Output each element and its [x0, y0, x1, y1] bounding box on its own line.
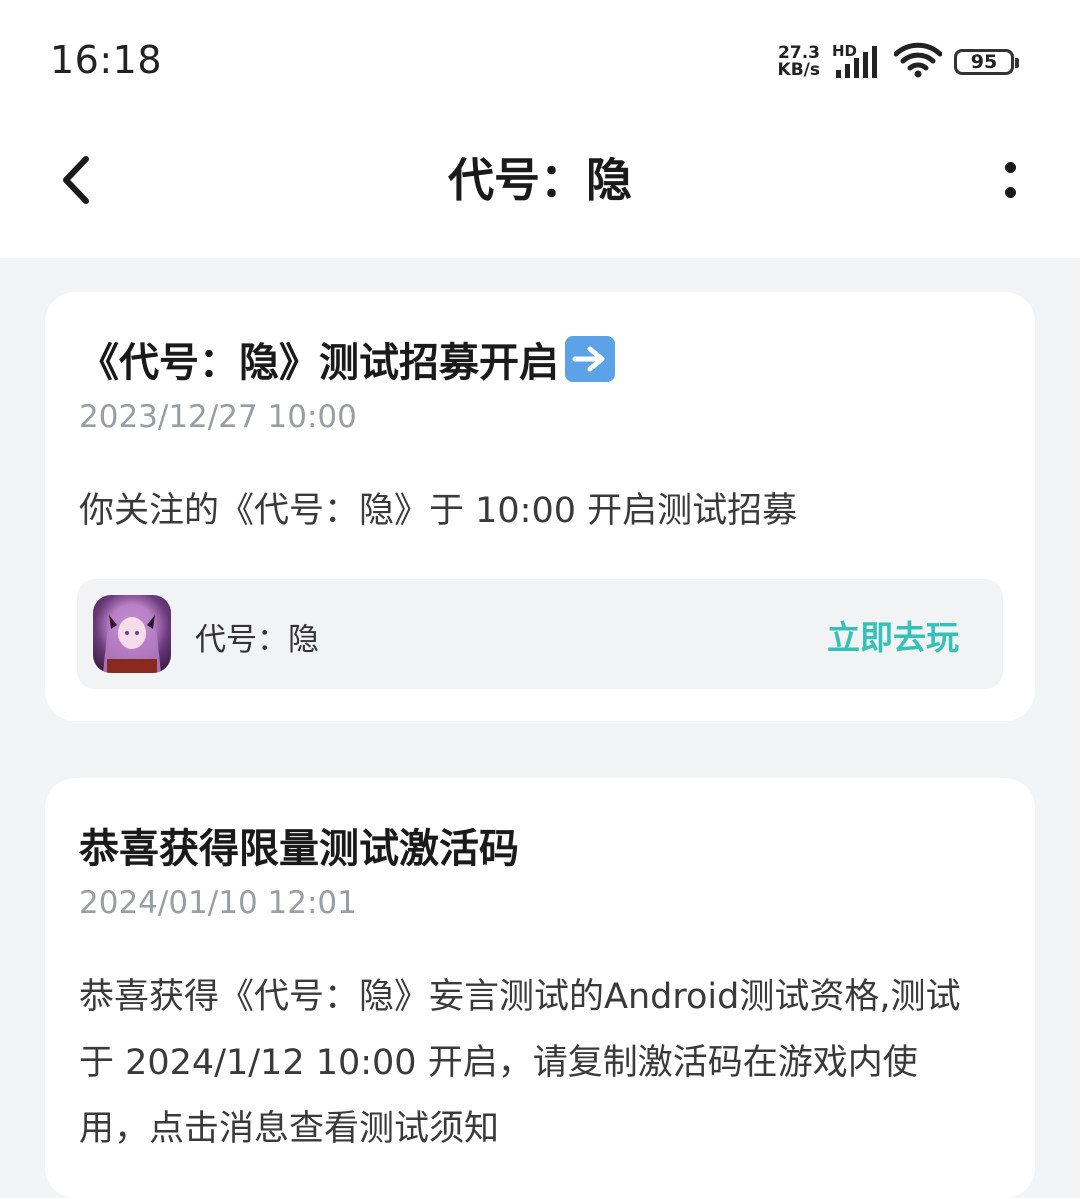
- signal-icon: HD: [832, 42, 882, 82]
- game-name: 代号：隐: [195, 622, 319, 658]
- game-entry[interactable]: 代号：隐 立即去玩: [77, 579, 1003, 689]
- message-title: 《代号：隐》测试招募开启: [79, 330, 615, 388]
- message-body: 你关注的《代号：隐》于 10:00 开启测试招募: [79, 491, 798, 531]
- app-header: 16:18 27.3 KB/s HD 95 代号：隐: [0, 0, 1080, 258]
- network-speed-unit: KB/s: [777, 60, 820, 80]
- battery-indicator: 95: [954, 49, 1019, 75]
- wifi-icon: [893, 42, 943, 82]
- more-vertical-icon: [1004, 162, 1016, 173]
- right-arrow-emoji-icon: [565, 336, 615, 382]
- message-body: 恭喜获得《代号：隐》妄言测试的Android测试资格,测试于 2024/1/12…: [79, 977, 961, 1149]
- page-title: 代号：隐: [448, 153, 632, 207]
- message-card[interactable]: 恭喜获得限量测试激活码 2024/01/10 12:01 恭喜获得《代号：隐》妄…: [45, 778, 1035, 1198]
- message-date: 2023/12/27 10:00: [79, 399, 357, 435]
- network-speed: 27.3 KB/s: [778, 45, 820, 79]
- play-now-button[interactable]: 立即去玩: [827, 611, 959, 659]
- message-card[interactable]: 《代号：隐》测试招募开启 2023/12/27 10:00 你关注的《代号：隐》…: [45, 292, 1035, 721]
- game-icon[interactable]: [93, 595, 171, 673]
- status-time: 16:18: [50, 38, 163, 82]
- message-date: 2024/01/10 12:01: [79, 885, 357, 921]
- more-options-button[interactable]: [990, 152, 1030, 208]
- message-title: 恭喜获得限量测试激活码: [79, 826, 519, 872]
- status-icons: 27.3 KB/s HD 95: [778, 40, 1019, 84]
